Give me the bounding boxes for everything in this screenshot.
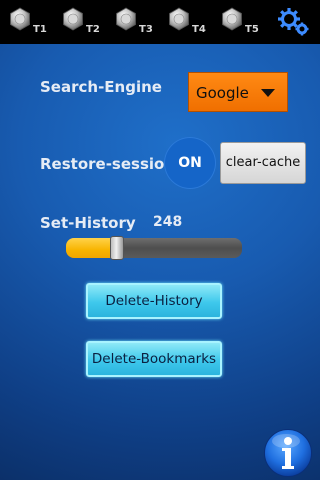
clear-cache-button[interactable]: clear-cache <box>220 142 306 184</box>
tab-label: T1 <box>33 24 47 35</box>
chevron-down-icon <box>261 89 275 97</box>
history-value: 248 <box>153 214 183 230</box>
bolt-icon <box>169 7 189 31</box>
tab-t5[interactable]: T5 <box>218 5 259 39</box>
tab-t4[interactable]: T4 <box>165 5 206 39</box>
bolt-icon <box>10 7 30 31</box>
tab-t1[interactable]: T1 <box>6 5 47 39</box>
search-engine-label: Search-Engine <box>40 78 162 96</box>
info-icon[interactable] <box>263 428 313 478</box>
bolt-icon <box>63 7 83 31</box>
set-history-label: Set-History <box>40 214 136 232</box>
search-engine-dropdown[interactable]: Google <box>188 72 288 112</box>
restore-session-label: Restore-session <box>40 155 176 173</box>
delete-history-button[interactable]: Delete-History <box>86 283 222 319</box>
history-slider[interactable] <box>66 236 242 260</box>
tab-label: T4 <box>192 24 206 35</box>
search-engine-value: Google <box>196 84 249 102</box>
tab-label: T3 <box>139 24 153 35</box>
restore-session-toggle[interactable]: ON <box>164 137 216 189</box>
bolt-icon <box>222 7 242 31</box>
gears-icon[interactable] <box>276 4 310 38</box>
tab-bar: T1 T2 T3 T4 T5 <box>0 0 320 44</box>
tab-label: T2 <box>86 24 100 35</box>
delete-bookmarks-button[interactable]: Delete-Bookmarks <box>86 341 222 377</box>
tab-t2[interactable]: T2 <box>59 5 100 39</box>
bolt-icon <box>116 7 136 31</box>
slider-thumb[interactable] <box>110 236 124 260</box>
tab-t3[interactable]: T3 <box>112 5 153 39</box>
tab-label: T5 <box>245 24 259 35</box>
